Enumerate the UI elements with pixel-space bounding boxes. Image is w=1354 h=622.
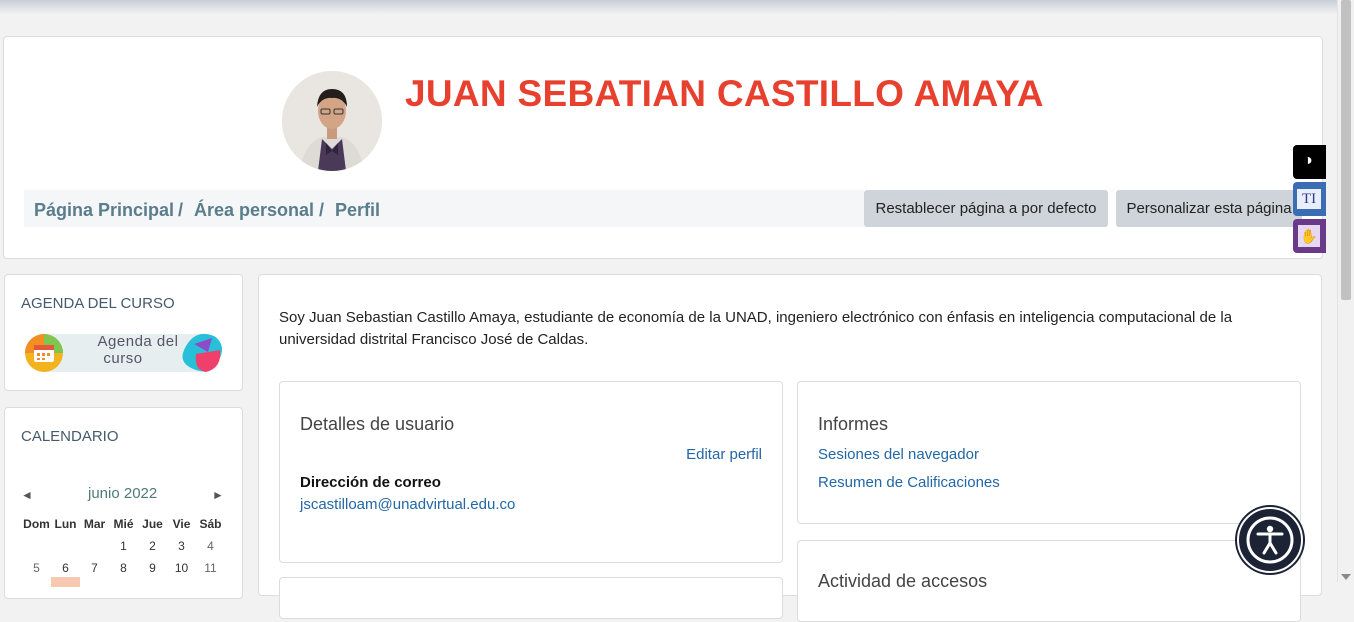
calendar-title: CALENDARIO bbox=[21, 428, 119, 445]
contrast-tool-button[interactable]: ◑ bbox=[1293, 145, 1326, 179]
weekday-label: Mar bbox=[83, 517, 106, 531]
profile-avatar bbox=[282, 71, 382, 171]
calendar-day bbox=[80, 535, 109, 557]
breadcrumb-home[interactable]: Página Principal bbox=[34, 200, 174, 221]
calendar-weekday-row: Dom Lun Mar Mié Jue Vie Sáb bbox=[22, 513, 228, 535]
breadcrumb-current: Perfil bbox=[335, 200, 381, 220]
calendar-day[interactable]: 9 bbox=[138, 557, 167, 579]
agenda-badge-line1: Agenda del bbox=[97, 333, 179, 350]
calendar-day-today[interactable]: 6 bbox=[51, 557, 80, 587]
scrollbar-thumb[interactable] bbox=[1341, 0, 1351, 300]
profile-header: JUAN SEBATIAN CASTILLO AMAYA Página Prin… bbox=[3, 36, 1323, 259]
calendar-day[interactable]: 5 bbox=[22, 557, 51, 579]
agenda-title: AGENDA DEL CURSO bbox=[21, 295, 175, 312]
accessibility-icon bbox=[1246, 516, 1294, 564]
email-label: Dirección de correo bbox=[300, 474, 441, 491]
agenda-block: AGENDA DEL CURSO Agenda del curso bbox=[4, 274, 243, 391]
email-link[interactable]: jscastilloam@unadvirtual.edu.co bbox=[300, 496, 515, 513]
calendar-week-row: 1 2 3 4 bbox=[22, 535, 228, 557]
breadcrumb-separator: / bbox=[319, 200, 325, 220]
calendar-day[interactable]: 1 bbox=[109, 535, 138, 557]
weekday-label: Vie bbox=[172, 517, 191, 531]
today-number: 6 bbox=[62, 561, 69, 575]
calendar-day[interactable]: 8 bbox=[109, 557, 138, 579]
agenda-course-link[interactable]: Agenda del curso bbox=[24, 330, 224, 376]
weekday-label: Lun bbox=[54, 517, 77, 531]
profile-name: JUAN SEBATIAN CASTILLO AMAYA bbox=[405, 73, 1044, 114]
edit-profile-link[interactable]: Editar perfil bbox=[686, 446, 762, 463]
weekday-label: Jue bbox=[142, 517, 163, 531]
top-shade bbox=[0, 0, 1338, 14]
breadcrumb: Página Principal / Área personal / Perfi… bbox=[24, 190, 864, 227]
hand-icon: ✋ bbox=[1298, 225, 1320, 247]
calendar-day bbox=[51, 535, 80, 557]
calendar-day[interactable]: 2 bbox=[138, 535, 167, 557]
profile-main: Soy Juan Sebastian Castillo Amaya, estud… bbox=[258, 274, 1322, 622]
calendar-day[interactable]: 7 bbox=[80, 557, 109, 579]
grades-summary-link[interactable]: Resumen de Calificaciones bbox=[818, 474, 1000, 491]
user-details-card: Detalles de usuario Editar perfil Direcc… bbox=[279, 381, 783, 563]
weekday-label: Dom bbox=[23, 517, 50, 531]
weekday-label: Mié bbox=[113, 517, 134, 531]
reset-page-button[interactable]: Restablecer página a por defecto bbox=[864, 190, 1108, 227]
contrast-icon: ◑ bbox=[1303, 152, 1313, 169]
scroll-down-arrow-icon[interactable] bbox=[1341, 574, 1351, 580]
breadcrumb-separator: / bbox=[178, 200, 184, 220]
agenda-badge-line2: curso bbox=[103, 350, 143, 367]
calendar-day bbox=[22, 535, 51, 557]
text-icon: TI bbox=[1297, 189, 1321, 209]
calendar-next-arrow[interactable]: ► bbox=[212, 488, 224, 502]
page-scrollbar[interactable] bbox=[1337, 0, 1354, 582]
calendar-month[interactable]: junio 2022 bbox=[88, 485, 157, 502]
calendar-prev-arrow[interactable]: ◄ bbox=[21, 488, 33, 502]
accessibility-button[interactable] bbox=[1237, 507, 1303, 573]
access-activity-card: Actividad de accesos bbox=[797, 540, 1301, 622]
weekday-label: Sáb bbox=[199, 517, 222, 531]
calendar-day[interactable]: 11 bbox=[196, 557, 225, 579]
reports-card: Informes Sesiones del navegador Resumen … bbox=[797, 381, 1301, 524]
calendar-day[interactable]: 3 bbox=[167, 535, 196, 557]
user-details-title: Detalles de usuario bbox=[300, 414, 455, 434]
next-card bbox=[279, 577, 783, 619]
profile-bio: Soy Juan Sebastian Castillo Amaya, estud… bbox=[279, 309, 1233, 348]
text-size-tool-button[interactable]: TI bbox=[1293, 182, 1326, 216]
customize-page-button[interactable]: Personalizar esta página bbox=[1116, 190, 1302, 227]
calendar-grid: Dom Lun Mar Mié Jue Vie Sáb 1 2 3 4 5 6 … bbox=[22, 513, 228, 587]
reports-title: Informes bbox=[818, 414, 889, 434]
today-highlight bbox=[51, 577, 80, 587]
calendar-block: CALENDARIO ◄ junio 2022 ► Dom Lun Mar Mi… bbox=[4, 407, 243, 599]
breadcrumb-dashboard[interactable]: Área personal bbox=[194, 200, 314, 221]
browser-sessions-link[interactable]: Sesiones del navegador bbox=[818, 446, 979, 463]
calendar-day[interactable]: 4 bbox=[196, 535, 225, 557]
calendar-day[interactable]: 10 bbox=[167, 557, 196, 579]
sign-language-tool-button[interactable]: ✋ bbox=[1293, 219, 1326, 253]
calendar-week-row: 5 6 7 8 9 10 11 bbox=[22, 557, 228, 587]
